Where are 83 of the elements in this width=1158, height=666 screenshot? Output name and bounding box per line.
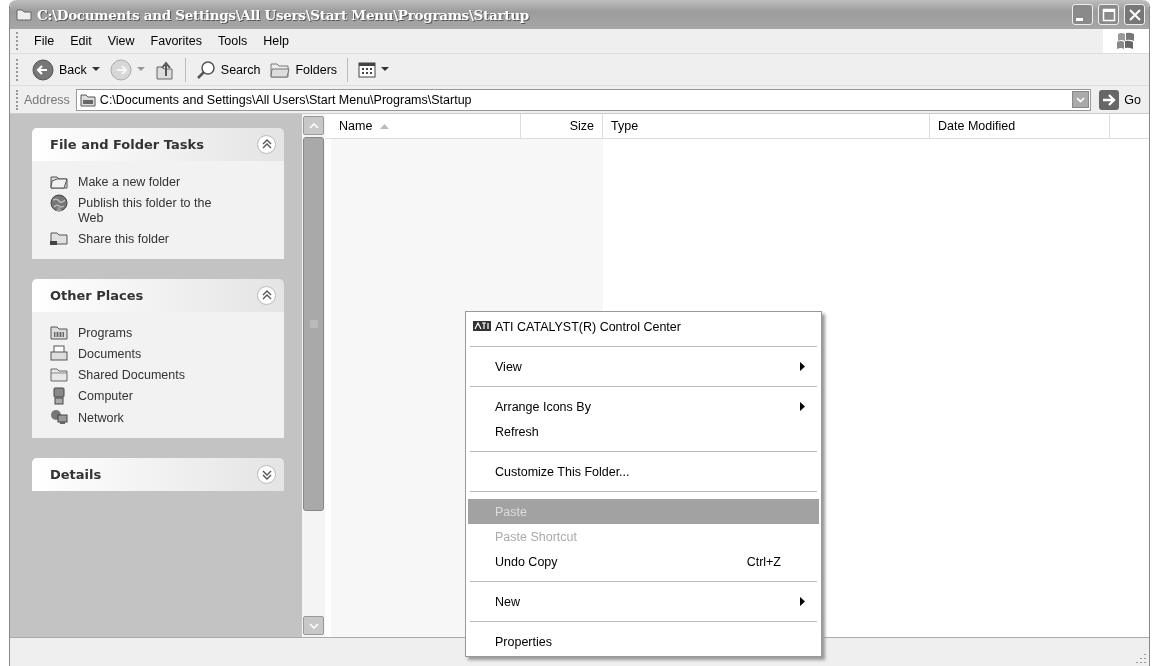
task-link[interactable]: Programs — [78, 324, 258, 341]
menu-item[interactable]: Edit — [62, 31, 100, 51]
column-header[interactable]: Type — [603, 114, 930, 138]
task-link[interactable]: Computer — [78, 387, 258, 404]
windows-logo-icon — [1116, 32, 1136, 50]
panel-title: Other Places — [50, 288, 145, 303]
task-link[interactable]: Share this folder — [78, 230, 228, 247]
menu-item[interactable]: Properties — [468, 629, 819, 654]
close-icon — [1127, 7, 1142, 22]
programs-folder-icon — [79, 92, 96, 107]
back-button[interactable]: Back — [28, 56, 104, 83]
documents-icon — [50, 345, 68, 361]
scroll-thumb[interactable] — [303, 137, 324, 511]
address-field[interactable]: C:\Documents and Settings\All Users\Start Menu\Programs\Startup — [75, 88, 1092, 111]
views-icon — [358, 61, 377, 78]
search-button[interactable]: Search — [191, 57, 265, 82]
close-button[interactable] — [1124, 4, 1145, 25]
submenu-arrow-icon — [800, 597, 805, 606]
maximize-button[interactable] — [1098, 4, 1119, 25]
submenu-arrow-icon — [800, 362, 805, 371]
panel-title: Details — [50, 467, 103, 482]
window-title: C:\Documents and Settings\All Users\Start Menu\Programs\Startup — [37, 6, 530, 23]
panel-title: File and Folder Tasks — [50, 137, 205, 152]
caret-icon — [136, 67, 145, 72]
app-logo-icon — [473, 321, 491, 331]
folder-icon — [50, 366, 68, 382]
address-label: Address — [24, 92, 70, 107]
task-link[interactable]: Network — [78, 409, 258, 426]
folder-icon — [50, 173, 68, 189]
menu-item[interactable]: ATI CATALYST(R) Control Center — [468, 314, 819, 339]
arrow-right-icon — [1099, 89, 1120, 110]
chevron-down-icon — [1076, 96, 1086, 103]
minimize-button[interactable] — [1072, 4, 1093, 25]
menu-item[interactable]: View — [468, 354, 819, 379]
chevron-button[interactable] — [257, 286, 276, 305]
menu-item[interactable]: File — [26, 31, 63, 51]
globe-icon — [50, 194, 68, 212]
menu-item[interactable]: Undo Copy Ctrl+Z — [468, 549, 819, 574]
task-link[interactable]: Publish this folder to the Web — [78, 194, 228, 226]
menu-item[interactable]: Tools — [210, 31, 256, 51]
chevron-down-icon — [308, 622, 319, 629]
minimize-icon — [1076, 17, 1083, 21]
folder-icon — [16, 8, 32, 21]
caret-icon — [381, 67, 390, 72]
search-icon — [195, 59, 216, 80]
shared-folder-icon — [50, 230, 68, 246]
submenu-arrow-icon — [800, 402, 805, 411]
sort-arrow-icon — [380, 123, 390, 129]
computer-icon — [50, 387, 68, 405]
maximize-icon — [1101, 7, 1116, 22]
scroll-up-button[interactable] — [303, 116, 324, 135]
column-header[interactable]: Size — [521, 114, 603, 138]
resize-grip-icon — [1135, 652, 1147, 664]
chevron-button[interactable] — [257, 135, 276, 154]
task-link[interactable]: Documents — [78, 345, 258, 362]
menu-item[interactable]: Favorites — [142, 31, 210, 51]
caret-icon — [91, 67, 100, 72]
panel-header[interactable]: Details — [32, 458, 284, 491]
chevron-icon — [260, 290, 273, 301]
column-header[interactable]: Date Modified — [930, 114, 1110, 138]
dropdown-button[interactable] — [1072, 91, 1090, 108]
scroll-down-button[interactable] — [303, 616, 324, 635]
panel-header[interactable]: File and Folder Tasks — [32, 128, 284, 161]
menu-item[interactable]: Arrange Icons By — [468, 394, 819, 419]
chevron-button[interactable] — [257, 465, 276, 484]
network-icon — [50, 409, 68, 425]
task-link[interactable]: Make a new folder — [78, 173, 228, 190]
panel-header[interactable]: Other Places — [32, 279, 284, 312]
go-button[interactable]: Go — [1095, 89, 1149, 110]
menu-item[interactable]: Refresh — [468, 419, 819, 444]
shortcut-label: Ctrl+Z — [746, 554, 781, 569]
folders-button[interactable]: Folders — [266, 58, 342, 81]
menu-item[interactable]: Customize This Folder... — [468, 459, 819, 484]
column-header[interactable]: Name — [331, 114, 521, 138]
chevron-up-icon — [308, 122, 319, 129]
chevron-icon — [260, 139, 273, 150]
task-link[interactable]: Shared Documents — [78, 366, 258, 383]
menu-item[interactable]: View — [99, 31, 143, 51]
menu-item[interactable]: New — [468, 589, 819, 614]
programs-folder-icon — [50, 324, 68, 340]
folders-icon — [270, 60, 291, 79]
chevron-icon — [260, 469, 273, 480]
menu-item[interactable]: Help — [255, 31, 297, 51]
